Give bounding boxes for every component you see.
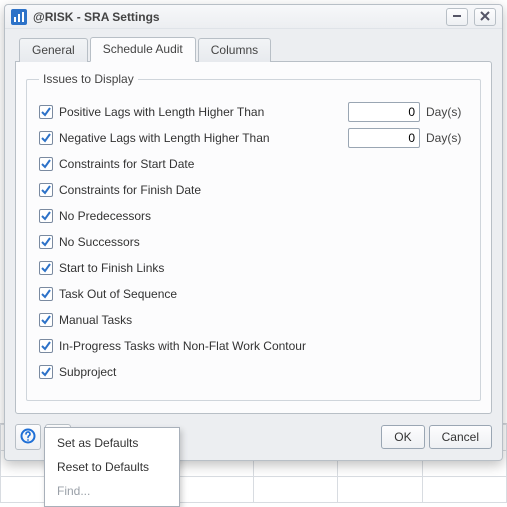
- checkbox-start-finish-links[interactable]: [39, 261, 53, 275]
- titlebar: @RISK - SRA Settings: [5, 5, 502, 29]
- row-constraints-start: Constraints for Start Date: [39, 154, 468, 174]
- negative-lags-input[interactable]: [348, 128, 420, 148]
- menu-reset-defaults[interactable]: Reset to Defaults: [47, 455, 177, 479]
- row-out-of-sequence: Task Out of Sequence: [39, 284, 468, 304]
- ok-button[interactable]: OK: [381, 425, 424, 449]
- minimize-icon: [452, 10, 462, 24]
- tab-label: Schedule Audit: [103, 42, 183, 56]
- close-button[interactable]: [474, 8, 496, 26]
- tab-label: Columns: [211, 43, 258, 57]
- checkbox-constraints-finish[interactable]: [39, 183, 53, 197]
- label: Constraints for Finish Date: [59, 183, 201, 197]
- label: In-Progress Tasks with Non-Flat Work Con…: [59, 339, 306, 353]
- label: Positive Lags with Length Higher Than: [59, 105, 264, 119]
- minimize-button[interactable]: [446, 8, 468, 26]
- label: Negative Lags with Length Higher Than: [59, 131, 270, 145]
- row-subproject: Subproject: [39, 362, 468, 382]
- label: Constraints for Start Date: [59, 157, 194, 171]
- issues-group: Issues to Display Positive Lags with Len…: [26, 72, 481, 401]
- check-icon: [40, 366, 52, 378]
- window-title: @RISK - SRA Settings: [33, 10, 160, 24]
- tab-label: General: [32, 43, 75, 57]
- unit-label: Day(s): [426, 131, 468, 145]
- row-no-successors: No Successors: [39, 232, 468, 252]
- label: No Successors: [59, 235, 140, 249]
- unit-label: Day(s): [426, 105, 468, 119]
- tab-columns[interactable]: Columns: [198, 38, 271, 62]
- row-no-predecessors: No Predecessors: [39, 206, 468, 226]
- row-negative-lags: Negative Lags with Length Higher Than Da…: [39, 128, 468, 148]
- label: Manual Tasks: [59, 313, 132, 327]
- label: Start to Finish Links: [59, 261, 164, 275]
- check-icon: [40, 262, 52, 274]
- label: No Predecessors: [59, 209, 151, 223]
- group-legend: Issues to Display: [39, 72, 138, 86]
- check-icon: [40, 132, 52, 144]
- checkbox-no-predecessors[interactable]: [39, 209, 53, 223]
- help-button[interactable]: [15, 424, 41, 450]
- checkbox-positive-lags[interactable]: [39, 105, 53, 119]
- close-icon: [480, 10, 490, 24]
- checkbox-subproject[interactable]: [39, 365, 53, 379]
- tab-schedule-audit[interactable]: Schedule Audit: [90, 37, 196, 62]
- check-icon: [40, 158, 52, 170]
- tab-panel: Issues to Display Positive Lags with Len…: [15, 61, 492, 414]
- check-icon: [40, 184, 52, 196]
- check-icon: [40, 340, 52, 352]
- checkbox-manual-tasks[interactable]: [39, 313, 53, 327]
- help-icon: [20, 428, 36, 447]
- label: Subproject: [59, 365, 116, 379]
- menu-set-defaults[interactable]: Set as Defaults: [47, 431, 177, 455]
- label: Task Out of Sequence: [59, 287, 177, 301]
- checkbox-constraints-start[interactable]: [39, 157, 53, 171]
- check-icon: [40, 236, 52, 248]
- row-inprogress-nonflat: In-Progress Tasks with Non-Flat Work Con…: [39, 336, 468, 356]
- row-manual-tasks: Manual Tasks: [39, 310, 468, 330]
- dialog-window: @RISK - SRA Settings General Schedule Au…: [4, 4, 503, 461]
- checkbox-negative-lags[interactable]: [39, 131, 53, 145]
- menu-find: Find...: [47, 479, 177, 503]
- check-icon: [40, 106, 52, 118]
- bar-chart-icon: [11, 9, 27, 25]
- tabstrip: General Schedule Audit Columns: [15, 37, 492, 62]
- cancel-button[interactable]: Cancel: [429, 425, 492, 449]
- row-positive-lags: Positive Lags with Length Higher Than Da…: [39, 102, 468, 122]
- checkbox-no-successors[interactable]: [39, 235, 53, 249]
- check-icon: [40, 210, 52, 222]
- check-icon: [40, 314, 52, 326]
- row-constraints-finish: Constraints for Finish Date: [39, 180, 468, 200]
- settings-dropdown-menu: Set as Defaults Reset to Defaults Find..…: [44, 427, 180, 507]
- positive-lags-input[interactable]: [348, 102, 420, 122]
- check-icon: [40, 288, 52, 300]
- checkbox-out-of-sequence[interactable]: [39, 287, 53, 301]
- checkbox-inprogress-nonflat[interactable]: [39, 339, 53, 353]
- row-start-finish-links: Start to Finish Links: [39, 258, 468, 278]
- tab-general[interactable]: General: [19, 38, 88, 62]
